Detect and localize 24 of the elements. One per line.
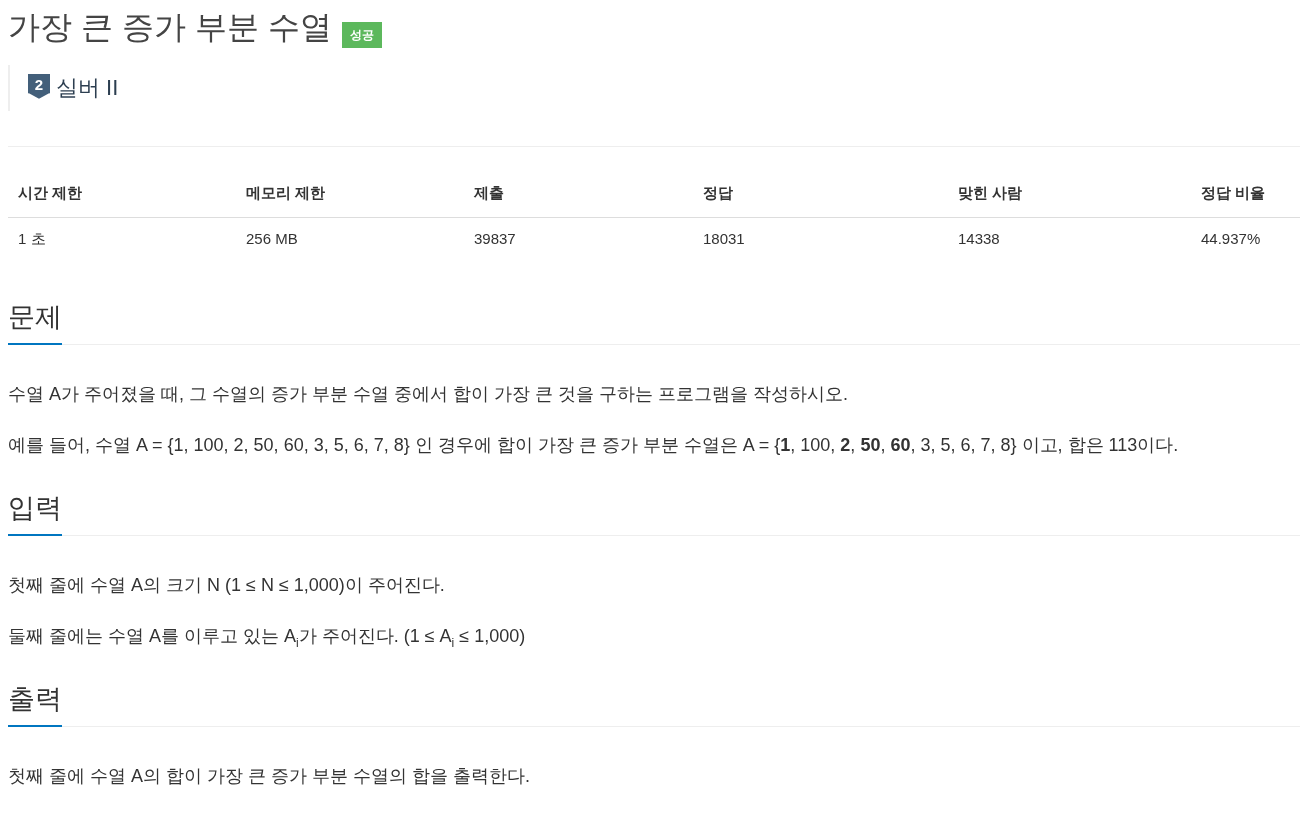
result-badge: 성공 [341, 22, 382, 48]
tier-label: 실버 II [56, 74, 119, 102]
section-paragraph: 첫째 줄에 수열 A의 크기 N (1 ≤ N ≤ 1,000)이 주어진다. [8, 574, 446, 597]
section-paragraph: 예를 들어, 수열 A = {1, 100, 2, 50, 60, 3, 5, 6, 7, 8} 인 경우에 합이 가장 큰 증가 부분 수열은 A = {1, 100, 2, 50, 60, 3, 5, 6, 7, 8} 이고, 합은 113이다. [8, 434, 1180, 457]
table-cell-text: 14338 [957, 229, 1001, 249]
column-header: 제출 [464, 175, 693, 218]
problem-title: 가장 큰 증가 부분 수열 [8, 8, 332, 47]
section-heading: 출력 [8, 681, 62, 727]
section-heading: 문제 [8, 299, 62, 345]
section-heading: 입력 [8, 490, 62, 536]
section-paragraph: 첫째 줄에 수열 A의 합이 가장 큰 증가 부분 수열의 합을 출력한다. [8, 765, 532, 788]
section-paragraph: 수열 A가 주어졌을 때, 그 수열의 증가 부분 수열 중에서 합이 가장 큰 것을 구하는 프로그램을 작성하시오. [8, 383, 850, 406]
table-cell-text: 44.937% [1200, 229, 1262, 249]
section-paragraph: 둘째 줄에는 수열 A를 이루고 있는 A$_{i}$가 주어진다. (1 ≤ A$_{i}$ ≤ 1,000) [8, 625, 527, 651]
column-header: 정답 [693, 175, 948, 218]
table-cell-text: 1 초 [17, 229, 47, 249]
table-cell-text: 256 MB [245, 229, 299, 249]
table-cell-text: 39837 [473, 229, 517, 249]
column-header: 시간 제한 [8, 175, 236, 218]
column-header: 정답 비율 [1191, 175, 1300, 218]
column-header: 메모리 제한 [236, 175, 464, 218]
table-cell-text: 18031 [702, 229, 746, 249]
tier-shield-icon: 2 [28, 74, 50, 102]
column-header: 맞힌 사람 [948, 175, 1191, 218]
